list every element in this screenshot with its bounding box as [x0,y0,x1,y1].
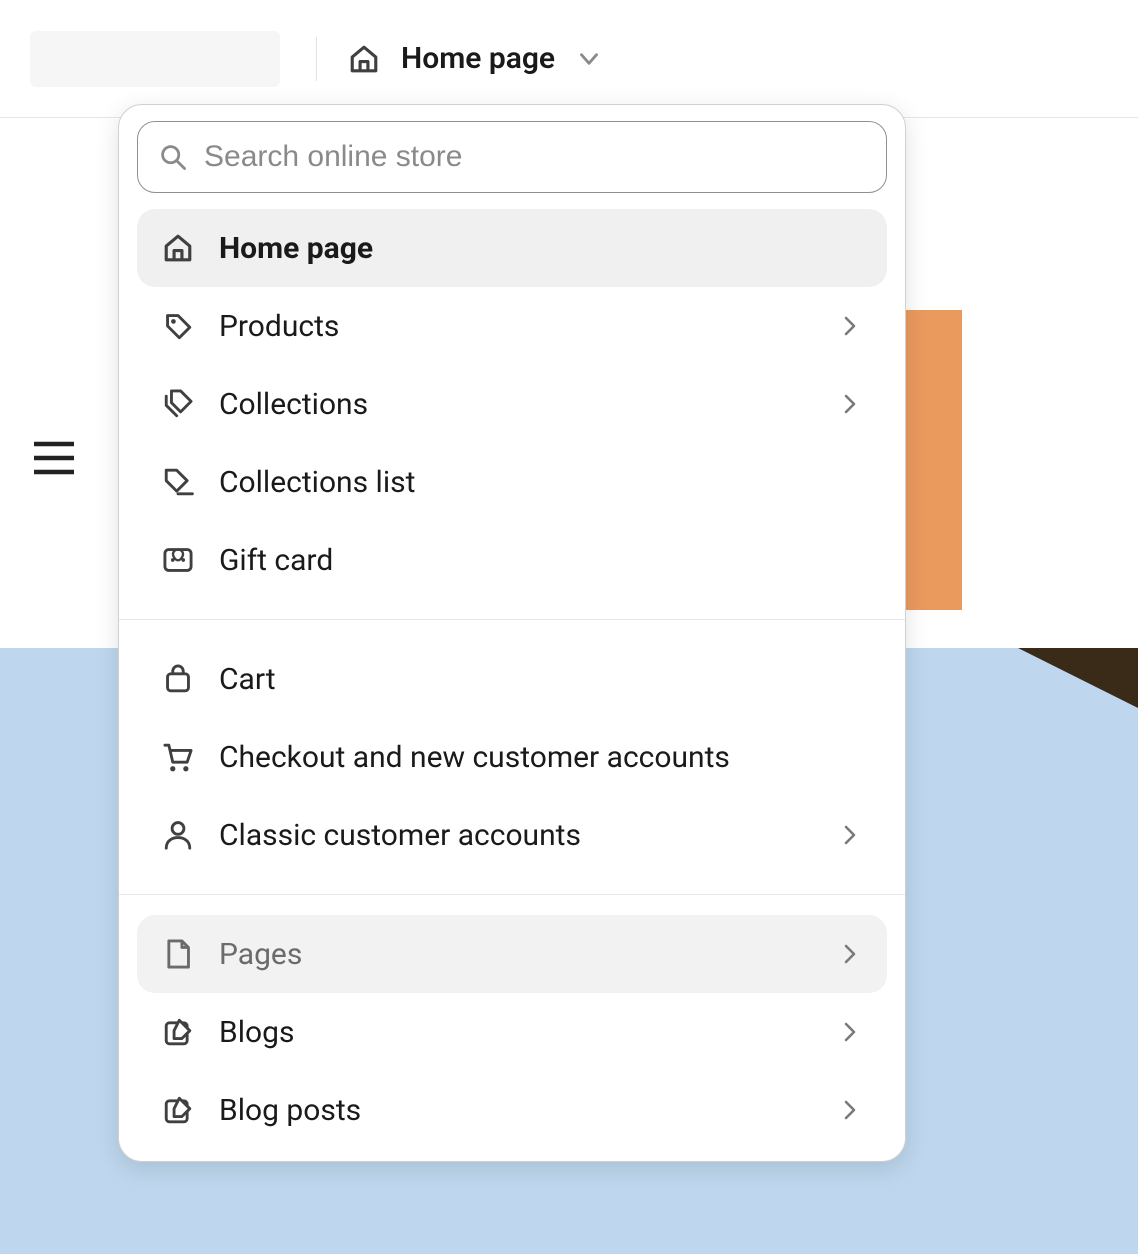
chevron-down-icon [575,45,603,73]
page-icon [161,937,195,971]
separator [316,37,317,81]
menu-item-label: Classic customer accounts [219,818,813,853]
page-selector-label: Home page [401,41,555,76]
menu-item-label: Collections [219,387,813,422]
chevron-right-icon [837,941,863,967]
menu-item-checkout[interactable]: Checkout and new customer accounts [137,718,887,796]
menu-item-label: Blog posts [219,1093,813,1128]
search-field-wrap[interactable] [137,121,887,193]
chevron-right-icon [837,822,863,848]
page-selector[interactable]: Home page [347,41,603,76]
menu-separator [119,894,905,895]
page-selector-dropdown: Home page Products Collections Collections … [118,104,906,1162]
edit-icon [161,1093,195,1127]
menu-item-blog-posts[interactable]: Blog posts [137,1071,887,1149]
menu-item-label: Blogs [219,1015,813,1050]
menu-separator [119,619,905,620]
hamburger-icon[interactable] [28,432,80,484]
menu-item-blogs[interactable]: Blogs [137,993,887,1071]
menu-item-pages[interactable]: Pages [137,915,887,993]
menu-item-collections[interactable]: Collections [137,365,887,443]
search-icon [158,142,188,172]
hero-image-detail [1018,648,1138,708]
menu-item-gift-card[interactable]: Gift card [137,521,887,599]
menu-item-home[interactable]: Home page [137,209,887,287]
search-input[interactable] [204,140,866,174]
user-icon [161,818,195,852]
tag-alt-icon [161,387,195,421]
tag-icon [161,309,195,343]
chevron-right-icon [837,1019,863,1045]
gift-card-icon [161,543,195,577]
menu-item-cart[interactable]: Cart [137,640,887,718]
bag-icon [161,662,195,696]
menu-item-label: Collections list [219,465,863,500]
menu-item-classic-accounts[interactable]: Classic customer accounts [137,796,887,874]
brand-logo-placeholder [30,31,280,87]
menu-item-label: Pages [219,937,813,972]
menu-item-collections-list[interactable]: Collections list [137,443,887,521]
tag-list-icon [161,465,195,499]
menu-item-label: Home page [219,231,863,266]
home-icon [347,42,381,76]
menu-item-label: Gift card [219,543,863,578]
editor-topbar: Home page [0,0,1138,118]
edit-icon [161,1015,195,1049]
chevron-right-icon [837,1097,863,1123]
cart-icon [161,740,195,774]
chevron-right-icon [837,391,863,417]
home-icon [161,231,195,265]
chevron-right-icon [837,313,863,339]
menu-item-label: Products [219,309,813,344]
menu-item-label: Cart [219,662,863,697]
logo-block [900,310,962,610]
menu-item-label: Checkout and new customer accounts [219,740,863,775]
menu-item-products[interactable]: Products [137,287,887,365]
